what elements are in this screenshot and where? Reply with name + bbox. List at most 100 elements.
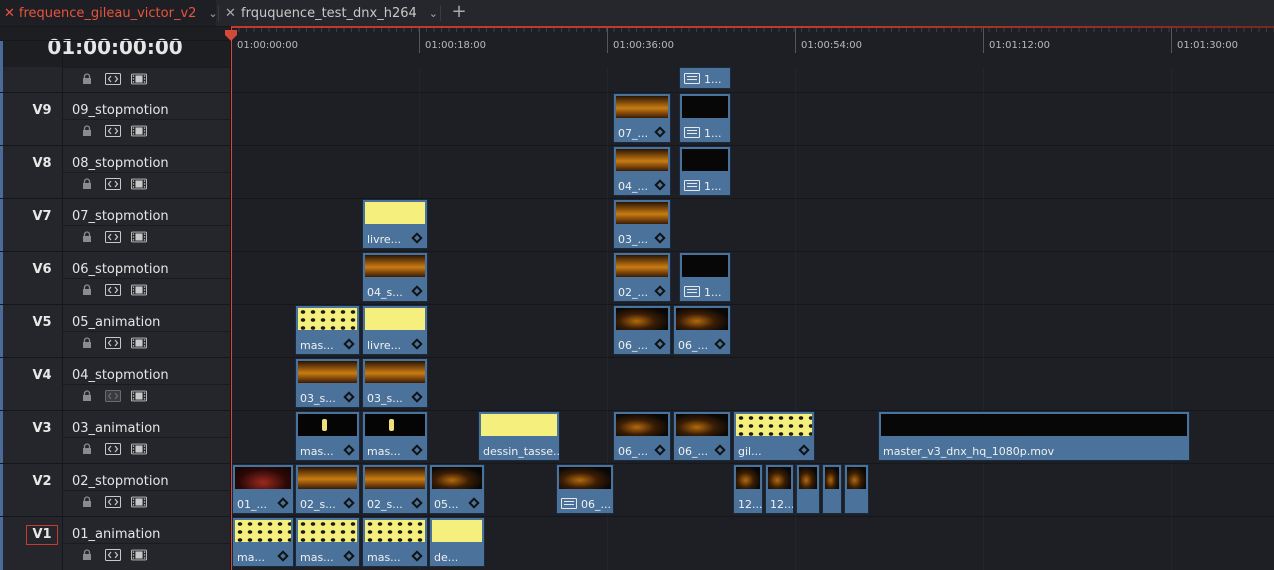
track-header-v9[interactable]: V9 09_stopmotion [0,92,230,146]
auto-select-icon[interactable] [105,177,121,191]
lock-icon[interactable] [79,389,95,403]
video-icon[interactable] [131,72,147,86]
track-name[interactable]: 09_stopmotion [72,103,169,118]
keyframe-icon[interactable] [654,179,666,191]
video-icon[interactable] [131,336,147,350]
lock-icon[interactable] [79,495,95,509]
timeline-tracks-area[interactable]: 1... 07_... 1... 04_... 1... livre... 03… [231,67,1274,570]
keyframe-icon[interactable] [468,497,480,509]
video-icon[interactable] [131,124,147,138]
chevron-down-icon[interactable]: ⌄ [208,7,217,20]
clip[interactable]: gil... [733,411,815,461]
tab-frequence-gileau-victor-v2[interactable]: ✕ frequence_gileau_victor_v2 ⌄ [0,0,218,26]
clip[interactable]: 07_... [613,93,671,143]
track-name[interactable]: 04_stopmotion [72,368,169,383]
clip[interactable]: 06_... [673,305,731,355]
clip[interactable]: 03_... [613,199,671,249]
auto-select-icon[interactable] [105,389,121,403]
clip[interactable]: mas... [295,305,360,355]
chevron-down-icon[interactable]: ⌄ [429,7,438,20]
clip[interactable]: dessin_tasse... [478,411,560,461]
keyframe-icon[interactable] [411,444,423,456]
clip[interactable]: 03_s... [362,358,428,408]
keyframe-icon[interactable] [411,232,423,244]
auto-select-icon[interactable] [105,283,121,297]
clip[interactable] [822,464,842,514]
lock-icon[interactable] [79,72,95,86]
video-icon[interactable] [131,495,147,509]
playhead-handle-icon[interactable] [224,27,238,41]
track-name[interactable]: 01_animation [72,527,160,542]
track-id-destination[interactable]: V1 [26,525,58,545]
keyframe-icon[interactable] [343,444,355,456]
auto-select-icon[interactable] [105,72,121,86]
keyframe-icon[interactable] [654,126,666,138]
clip[interactable]: 05... [429,464,485,514]
video-icon[interactable] [131,283,147,297]
clip[interactable] [844,464,869,514]
clip[interactable]: 1... [679,67,731,89]
clip[interactable]: 06_... [613,305,671,355]
clip[interactable]: 04_... [613,146,671,196]
clip[interactable]: 1... [679,252,731,302]
close-icon[interactable]: ✕ [4,6,15,21]
clip[interactable]: de... [429,517,485,567]
video-icon[interactable] [131,442,147,456]
track-name[interactable]: 08_stopmotion [72,156,169,171]
clip[interactable]: 12... [733,464,763,514]
keyframe-icon[interactable] [654,285,666,297]
keyframe-icon[interactable] [714,444,726,456]
clip[interactable]: 1... [679,146,731,196]
clip[interactable]: ma... [232,517,294,567]
clip[interactable]: 01_... [232,464,294,514]
auto-select-icon[interactable] [105,495,121,509]
auto-select-icon[interactable] [105,230,121,244]
auto-select-icon[interactable] [105,442,121,456]
video-icon[interactable] [131,230,147,244]
playhead-line[interactable] [231,27,232,570]
auto-select-icon[interactable] [105,124,121,138]
clip[interactable]: 02_... [613,252,671,302]
track-header-v1[interactable]: V1 01_animation [0,516,230,570]
keyframe-icon[interactable] [343,497,355,509]
keyframe-icon[interactable] [277,497,289,509]
keyframe-icon[interactable] [343,338,355,350]
lock-icon[interactable] [79,177,95,191]
keyframe-icon[interactable] [654,338,666,350]
clip[interactable] [796,464,820,514]
lock-icon[interactable] [79,442,95,456]
clip[interactable]: livre... [362,199,428,249]
track-header-v4[interactable]: V4 04_stopmotion [0,357,230,411]
clip[interactable]: 06_... [613,411,671,461]
video-icon[interactable] [131,548,147,562]
keyframe-icon[interactable] [277,550,289,562]
tab-frququence-test-dnx-h264[interactable]: ✕ frququence_test_dnx_h264 ⌄ [220,0,438,26]
track-name[interactable]: 07_stopmotion [72,209,169,224]
clip[interactable]: 06_... [556,464,614,514]
lock-icon[interactable] [79,124,95,138]
lock-icon[interactable] [79,336,95,350]
timeline-ruler[interactable]: 01:00:00:00 01:00:18:00 01:00:36:00 01:0… [231,27,1274,68]
lock-icon[interactable] [79,548,95,562]
track-header-v7[interactable]: V7 07_stopmotion [0,198,230,252]
keyframe-icon[interactable] [654,232,666,244]
keyframe-icon[interactable] [714,338,726,350]
keyframe-icon[interactable] [343,391,355,403]
auto-select-icon[interactable] [105,336,121,350]
keyframe-icon[interactable] [343,550,355,562]
auto-select-icon[interactable] [105,548,121,562]
track-name[interactable]: 03_animation [72,421,160,436]
clip[interactable]: 03_s... [295,358,360,408]
track-header-v8[interactable]: V8 08_stopmotion [0,145,230,199]
clip[interactable]: 06_... [673,411,731,461]
video-icon[interactable] [131,177,147,191]
clip[interactable]: livre... [362,305,428,355]
add-tab-icon[interactable]: + [450,0,468,26]
lock-icon[interactable] [79,230,95,244]
track-name[interactable]: 02_stopmotion [72,474,169,489]
clip[interactable]: master_v3_dnx_hq_1080p.mov [878,411,1190,461]
clip[interactable]: 04_s... [362,252,428,302]
keyframe-icon[interactable] [654,444,666,456]
clip[interactable]: mas... [362,411,428,461]
clip[interactable]: 02_s... [295,464,360,514]
